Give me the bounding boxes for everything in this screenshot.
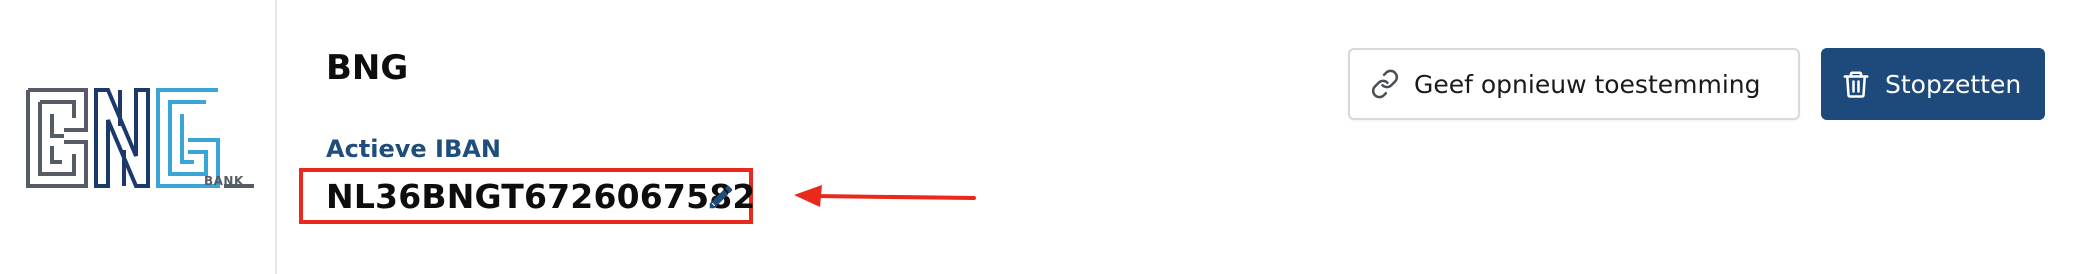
pencil-icon[interactable] bbox=[706, 182, 736, 212]
trash-icon bbox=[1843, 71, 1869, 98]
stop-button[interactable]: Stopzetten bbox=[1821, 48, 2045, 120]
reconsent-button[interactable]: Geef opnieuw toestemming bbox=[1348, 48, 1800, 120]
bank-name: BNG bbox=[326, 48, 409, 88]
vertical-divider bbox=[275, 0, 277, 274]
link-icon bbox=[1371, 69, 1399, 99]
iban-value: NL36BNGT6726067582 bbox=[326, 177, 756, 216]
logo-caption: BANK bbox=[204, 174, 244, 188]
red-arrow-annotation bbox=[794, 185, 976, 207]
bank-logo: BANK bbox=[0, 0, 275, 274]
iban-label: Actieve IBAN bbox=[326, 135, 501, 163]
reconsent-button-label: Geef opnieuw toestemming bbox=[1414, 69, 1761, 99]
stop-button-label: Stopzetten bbox=[1885, 69, 2022, 99]
